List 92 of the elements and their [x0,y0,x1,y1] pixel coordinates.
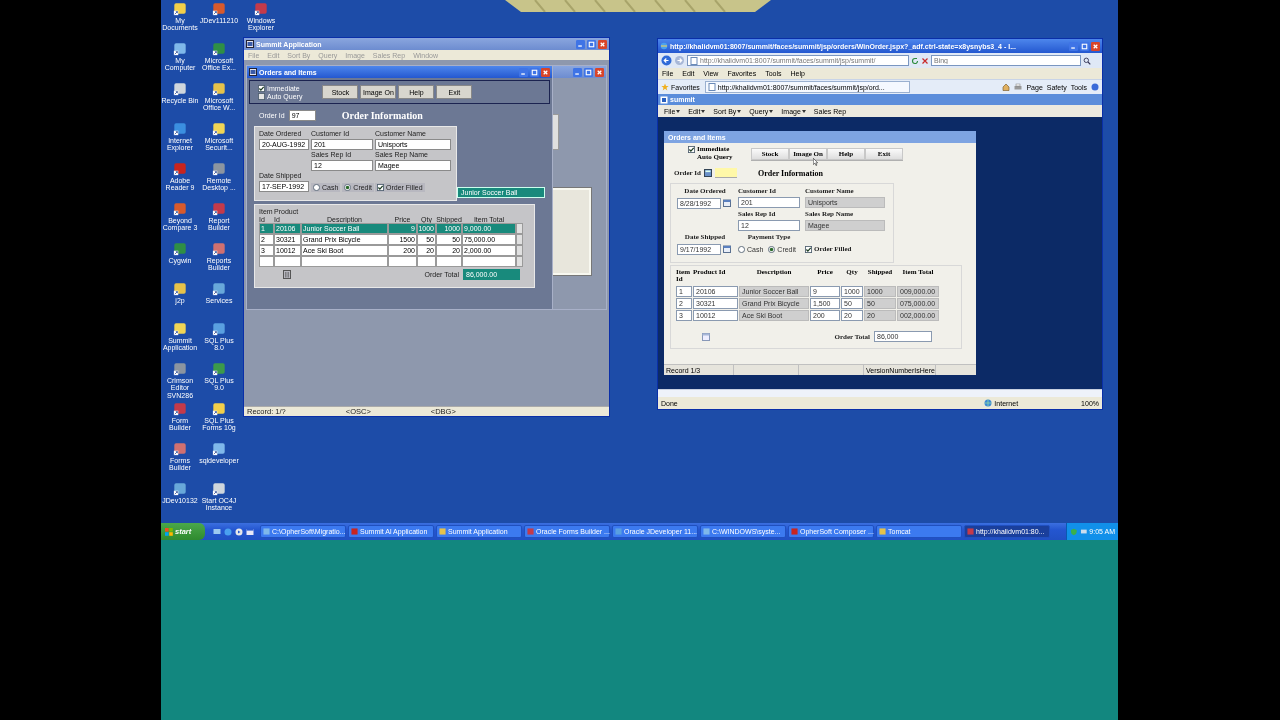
close-button[interactable] [541,67,550,77]
shortcut-icon[interactable] [173,202,187,216]
form-heading: Order Information [341,109,423,121]
browser-icon[interactable] [660,42,668,50]
shortcut-icon[interactable] [173,482,187,496]
page-icon [690,56,698,65]
shortcut-icon[interactable] [212,402,226,416]
search-icon[interactable] [1083,56,1091,65]
shortcut-icon[interactable] [173,442,187,456]
shortcut-icon[interactable] [212,442,226,456]
scrollbar[interactable] [516,234,523,245]
table-cell[interactable] [259,256,274,267]
shortcut-icon[interactable] [212,82,226,96]
maximize-button[interactable] [1080,41,1089,51]
calendar-icon[interactable] [702,332,710,341]
shortcut-icon[interactable] [212,282,226,296]
page-icon [707,83,716,91]
shortcut-icon[interactable] [173,82,187,96]
table-cell[interactable] [436,256,462,267]
app-icon[interactable] [246,40,254,48]
calendar-icon[interactable] [723,199,731,207]
minimize-button[interactable] [1069,41,1078,51]
maximize-button[interactable] [587,39,596,49]
print-icon[interactable] [1014,83,1023,91]
scrollbar[interactable] [516,223,523,234]
app-icon [660,95,668,104]
text-field[interactable] [714,168,737,178]
shortcut-icon[interactable] [212,162,226,176]
shortcut-icon[interactable] [212,482,226,496]
table-cell[interactable] [417,256,436,267]
shortcut-icon[interactable] [212,322,226,336]
checkbox[interactable] [377,183,384,191]
cursor-icon [813,158,818,166]
shortcut-icon[interactable] [212,122,226,136]
close-button[interactable] [1091,41,1100,51]
shortcut-icon[interactable] [212,242,226,256]
checkbox[interactable] [258,84,265,92]
calendar-icon[interactable] [723,245,731,253]
checkbox[interactable] [258,92,265,100]
scrollbar[interactable] [516,245,523,256]
close-button[interactable] [598,39,607,49]
shortcut-icon[interactable] [212,202,226,216]
app-icon[interactable] [249,68,257,76]
shortcut-icon[interactable] [212,2,226,16]
table-cell[interactable] [301,256,388,267]
star-icon [661,83,669,91]
maximize-button[interactable] [530,67,539,77]
caret-icon [701,109,706,113]
checkbox[interactable] [688,146,695,154]
calculator-icon[interactable] [703,169,712,177]
shortcut-icon[interactable] [173,402,187,416]
radio-button[interactable] [738,245,745,253]
shortcut-icon[interactable] [173,322,187,336]
caret-icon [676,109,681,113]
scrollbar[interactable] [516,256,523,267]
radio-button[interactable] [768,245,776,253]
shortcut-icon[interactable] [254,2,268,16]
shortcut-icon[interactable] [173,2,187,16]
table-cell[interactable] [274,256,301,267]
radio-button[interactable] [313,183,320,191]
caret-icon [737,109,742,113]
shortcut-icon[interactable] [173,122,187,136]
shortcut-icon[interactable] [173,362,187,376]
table-cell[interactable] [462,256,516,267]
maximize-button[interactable] [584,67,593,77]
refresh-icon[interactable] [911,56,919,65]
windows-flag-icon [165,527,173,536]
shortcut-icon[interactable] [173,42,187,56]
shortcut-icon[interactable] [212,42,226,56]
shortcut-icon[interactable] [173,242,187,256]
close-button[interactable] [595,67,604,77]
minimize-button[interactable] [573,67,582,77]
desktop-icon[interactable] [213,527,221,536]
back-button[interactable] [661,55,672,66]
radio-button[interactable] [344,183,352,191]
checkbox[interactable] [805,245,812,253]
table-cell[interactable] [388,256,417,267]
home-icon[interactable] [1002,83,1011,91]
caret-icon [769,109,774,113]
minimize-button[interactable] [576,39,585,49]
help-icon[interactable] [1091,83,1099,91]
shortcut-icon[interactable] [212,362,226,376]
scrollbar[interactable] [658,389,1102,397]
shortcut-icon[interactable] [173,162,187,176]
media-icon[interactable] [235,527,243,536]
form-heading: Order Information [757,168,823,178]
minimize-button[interactable] [519,67,528,77]
shortcut-icon[interactable] [173,282,187,296]
trash-icon[interactable] [283,270,291,279]
caret-icon [801,109,806,113]
globe-icon [984,399,993,407]
stop-icon[interactable] [921,56,929,65]
